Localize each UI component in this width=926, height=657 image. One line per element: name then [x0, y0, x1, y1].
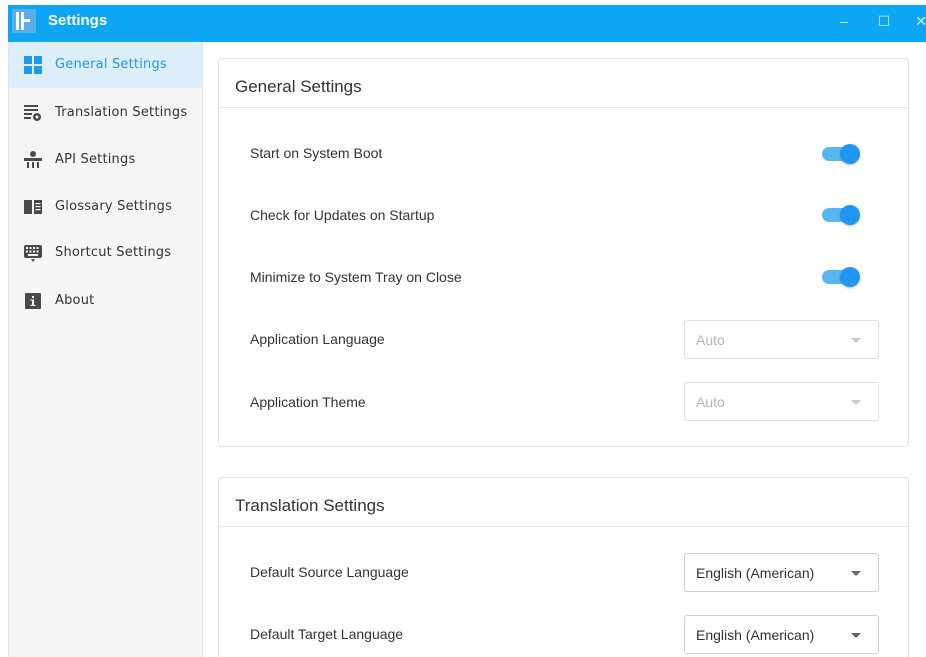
sidebar: General Settings Translation Settings AP…	[8, 42, 203, 657]
default-target-language-select[interactable]: English (American)	[684, 615, 879, 654]
sidebar-item-label: Shortcut Settings	[55, 245, 172, 260]
translate-settings-icon	[24, 105, 41, 121]
maximize-button[interactable]: ☐	[874, 11, 894, 31]
sidebar-item-shortcut-settings[interactable]: Shortcut Settings	[9, 230, 203, 276]
sidebar-item-glossary-settings[interactable]: Glossary Settings	[9, 184, 203, 230]
sidebar-item-label: General Settings	[55, 57, 167, 72]
default-source-language-label: Default Source Language	[250, 564, 409, 580]
sidebar-item-api-settings[interactable]: API Settings	[9, 137, 203, 183]
select-value: English (American)	[696, 627, 815, 643]
keyboard-icon	[24, 245, 42, 262]
sidebar-item-about[interactable]: About	[9, 278, 203, 324]
minimize-button[interactable]: –	[834, 11, 854, 31]
book-icon	[24, 200, 42, 214]
toggle-thumb	[840, 267, 860, 287]
minimize-tray-label: Minimize to System Tray on Close	[250, 269, 462, 285]
main-content[interactable]: General Settings Start on System Boot Ch…	[203, 42, 926, 657]
close-button[interactable]: ✕	[911, 11, 926, 31]
chevron-down-icon	[851, 400, 861, 405]
check-updates-toggle[interactable]	[822, 205, 860, 225]
default-source-language-select[interactable]: English (American)	[684, 553, 879, 592]
sidebar-item-label: About	[55, 293, 95, 308]
default-target-language-label: Default Target Language	[250, 626, 404, 642]
title-bar: Settings – ☐ ✕	[8, 5, 926, 42]
grid-icon	[24, 56, 42, 74]
divider	[219, 526, 908, 527]
app-theme-select[interactable]: Auto	[684, 382, 879, 421]
start-on-boot-label: Start on System Boot	[250, 145, 383, 161]
select-value: English (American)	[696, 565, 815, 581]
sidebar-item-label: Glossary Settings	[55, 199, 173, 214]
window-title: Settings	[48, 12, 108, 29]
select-value: Auto	[696, 332, 725, 348]
general-settings-card: General Settings Start on System Boot Ch…	[218, 58, 909, 447]
chevron-down-icon	[851, 571, 861, 576]
sidebar-item-general-settings[interactable]: General Settings	[9, 42, 203, 88]
app-language-select[interactable]: Auto	[684, 320, 879, 359]
check-updates-label: Check for Updates on Startup	[250, 207, 435, 223]
chevron-down-icon	[851, 338, 861, 343]
api-icon	[24, 151, 42, 168]
sidebar-item-label: Translation Settings	[55, 105, 188, 120]
chevron-down-icon	[851, 633, 861, 638]
translation-settings-card: Translation Settings Default Source Lang…	[218, 477, 909, 657]
select-value: Auto	[696, 394, 725, 410]
app-theme-label: Application Theme	[250, 394, 366, 410]
sidebar-item-label: API Settings	[55, 152, 136, 167]
start-on-boot-toggle[interactable]	[822, 144, 860, 164]
sidebar-item-translation-settings[interactable]: Translation Settings	[9, 90, 203, 136]
app-language-label: Application Language	[250, 331, 385, 347]
card-title: General Settings	[235, 77, 362, 96]
minimize-tray-toggle[interactable]	[822, 267, 860, 287]
card-title: Translation Settings	[235, 496, 385, 515]
divider	[219, 107, 908, 108]
toggle-thumb	[840, 144, 860, 164]
info-icon	[25, 293, 41, 309]
toggle-thumb	[840, 205, 860, 225]
app-logo-icon	[12, 9, 36, 33]
